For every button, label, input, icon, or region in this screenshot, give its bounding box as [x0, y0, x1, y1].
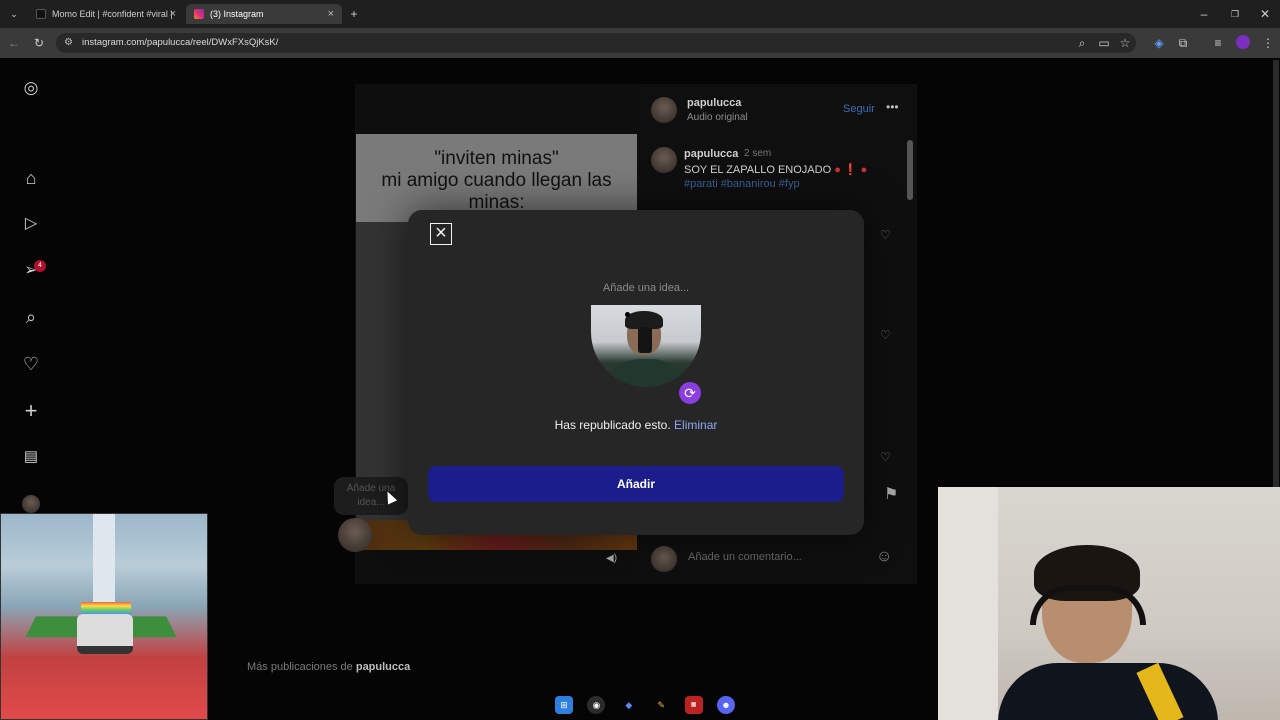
- home-icon[interactable]: ⌂: [20, 167, 42, 189]
- tab-instagram[interactable]: (3) Instagram ×: [186, 4, 342, 24]
- comment-hashtags[interactable]: #parati #bananirou #fyp: [684, 178, 800, 190]
- notification-badge: 4: [34, 260, 46, 272]
- tab-label: Momo Edit | #confident #viral |: [52, 9, 173, 19]
- current-user-avatar: [651, 546, 677, 572]
- mute-icon[interactable]: ◀): [606, 553, 617, 564]
- tab-bar: ⌄ Momo Edit | #confident #viral | × (3) …: [0, 0, 1280, 28]
- profile-icon[interactable]: [22, 495, 40, 513]
- add-button[interactable]: Añadir: [428, 466, 844, 502]
- minimize-icon[interactable]: –: [1196, 4, 1212, 24]
- app2-icon[interactable]: ✎: [652, 696, 670, 714]
- comment-author-avatar[interactable]: [651, 147, 677, 173]
- reels-icon[interactable]: ▷: [20, 213, 42, 235]
- close-icon[interactable]: ×: [430, 223, 452, 245]
- comment-input[interactable]: Añade un comentario...: [688, 551, 802, 563]
- instagram-favicon-icon: [194, 9, 204, 19]
- url-input[interactable]: ⚙ instagram.com/papulucca/reel/DWxFXsQjK…: [56, 33, 1136, 53]
- dashboard-icon[interactable]: ▤: [20, 446, 42, 468]
- instagram-icon[interactable]: ◎: [20, 77, 42, 99]
- zoom-icon[interactable]: ⌕: [1074, 33, 1090, 53]
- comment-text: SOY EL ZAPALLO ENOJADO ● ❗ ●: [684, 163, 867, 176]
- back-icon[interactable]: ←: [6, 33, 22, 53]
- repost-icon: ⟳: [677, 380, 703, 406]
- reel-caption-text: "inviten minas" mi amigo cuando llegan l…: [381, 148, 612, 213]
- follow-button[interactable]: Seguir: [843, 103, 875, 115]
- create-icon[interactable]: +: [20, 400, 42, 422]
- reel-caption-card: "inviten minas" mi amigo cuando llegan l…: [356, 134, 637, 222]
- heart-icon[interactable]: ♡: [20, 353, 42, 375]
- gameplay-overlay: [0, 513, 208, 720]
- comment-text-value: SOY EL ZAPALLO ENOJADO: [684, 164, 832, 176]
- profile-avatar[interactable]: [1236, 35, 1250, 49]
- idea-input[interactable]: Añade una idea...: [408, 282, 884, 294]
- new-tab-button[interactable]: +: [346, 4, 362, 24]
- close-window-icon[interactable]: ✕: [1257, 4, 1273, 24]
- cast-icon[interactable]: ▭: [1096, 33, 1112, 53]
- idea-bubble-dot: [625, 312, 630, 317]
- emoji-icons: ● ❗ ●: [834, 164, 868, 176]
- audio-label[interactable]: Audio original: [687, 112, 748, 123]
- comments-scrollbar[interactable]: [907, 140, 913, 200]
- author-name[interactable]: papulucca: [687, 97, 741, 109]
- discord-icon[interactable]: ☻: [716, 696, 735, 714]
- search-icon[interactable]: ⌕: [20, 306, 42, 328]
- media-control-icon[interactable]: ≡: [1210, 33, 1226, 53]
- extension-icon[interactable]: ◈: [1151, 33, 1167, 53]
- close-tab-icon[interactable]: ×: [328, 8, 334, 20]
- tab-momo-edit[interactable]: Momo Edit | #confident #viral | ×: [28, 4, 184, 24]
- comment-author[interactable]: papulucca: [684, 148, 738, 160]
- tab-label: (3) Instagram: [210, 9, 264, 19]
- comment-like-icon[interactable]: ♡: [880, 450, 891, 464]
- app-icon[interactable]: ◆: [620, 696, 638, 714]
- bookmark-star-icon[interactable]: ☆: [1117, 33, 1133, 53]
- emoji-icon[interactable]: ☺: [876, 548, 892, 566]
- comment-like-icon[interactable]: ♡: [880, 328, 891, 342]
- republished-text: Has republicado esto.: [554, 418, 671, 432]
- close-tab-icon[interactable]: ×: [170, 8, 176, 20]
- comment-author-name[interactable]: papulucca: [684, 148, 738, 160]
- author-avatar[interactable]: [651, 97, 677, 123]
- webcam-overlay: [938, 487, 1280, 720]
- site-info-icon[interactable]: ⚙: [64, 33, 73, 53]
- repost-avatar: [338, 518, 372, 552]
- republished-message: Has republicado esto. Eliminar: [408, 418, 864, 432]
- more-posts-user[interactable]: papulucca: [356, 661, 410, 673]
- more-posts-prefix: Más publicaciones de: [247, 661, 356, 673]
- taskbar: ⊞ ◉ ◆ ✎ ▦ ☻: [555, 692, 735, 718]
- restore-icon[interactable]: ❐: [1227, 4, 1243, 24]
- remove-repost-link[interactable]: Eliminar: [674, 418, 717, 432]
- tab-search-icon[interactable]: ⌄: [6, 4, 22, 24]
- comment-like-icon[interactable]: ♡: [880, 228, 891, 242]
- save-icon[interactable]: ⚑: [884, 484, 898, 504]
- tiktok-icon: [36, 9, 46, 19]
- windows-start-icon[interactable]: ⊞: [555, 696, 573, 714]
- more-options-icon[interactable]: •••: [886, 100, 899, 114]
- idea-bubble[interactable]: Añade una idea...: [334, 477, 408, 515]
- chrome-icon[interactable]: ◉: [587, 696, 606, 714]
- comment-time: 2 sem: [744, 148, 772, 159]
- more-posts-heading: Más publicaciones de papulucca: [247, 661, 410, 673]
- menu-icon[interactable]: ⋮: [1260, 33, 1276, 53]
- url-text: instagram.com/papulucca/reel/DWxFXsQjKsK…: [82, 37, 279, 48]
- reload-icon[interactable]: ↻: [31, 33, 47, 53]
- extensions-puzzle-icon[interactable]: ⧉: [1175, 33, 1191, 53]
- app3-icon[interactable]: ▦: [684, 696, 703, 714]
